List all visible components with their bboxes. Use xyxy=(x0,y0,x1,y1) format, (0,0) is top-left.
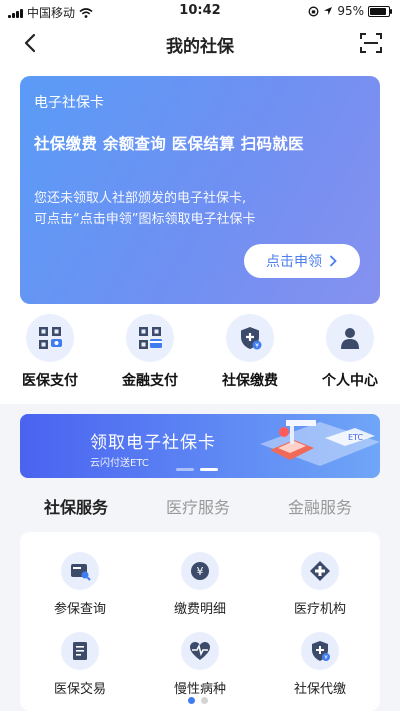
orientation-lock-icon xyxy=(308,6,319,16)
svg-text:¥: ¥ xyxy=(324,655,328,661)
banner-subtitle: 云闪付送ETC xyxy=(90,458,149,469)
medical-cross-icon xyxy=(310,561,330,581)
battery-icon xyxy=(368,5,392,17)
tab-financial-services[interactable]: 金融服务 xyxy=(288,494,352,518)
person-icon xyxy=(341,328,359,349)
service-label: 社保代缴 xyxy=(293,682,346,697)
service-chronic-diseases[interactable]: 慢性病种 xyxy=(140,632,260,697)
yen-icon: ¥ xyxy=(191,562,209,580)
services-panel: 参保查询 ¥ 缴费明细 医疗机构 医保交易 慢性病种 ¥ 社保代缴 xyxy=(20,532,380,711)
quick-action-finance-pay[interactable]: 金融支付 xyxy=(100,314,200,390)
card-description: 您还未领取人社部颁发的电子社保卡, 可点击“点击申领”图标领取电子社保卡 xyxy=(34,188,255,230)
service-label: 缴费明细 xyxy=(173,602,226,617)
banner-pagination xyxy=(176,468,218,471)
apply-card-button[interactable]: 点击申领 xyxy=(244,244,360,278)
apply-card-label: 点击申领 xyxy=(266,254,322,270)
service-insurance-transactions[interactable]: 医保交易 xyxy=(20,632,140,697)
card-desc-line2: 可点击“点击申领”图标领取电子社保卡 xyxy=(34,212,256,227)
document-icon xyxy=(73,642,87,660)
top-section: 电子社保卡 社保缴费 余额查询 医保结算 扫码就医 您还未领取人社部颁发的电子社… xyxy=(0,64,400,404)
page-dot[interactable] xyxy=(201,697,208,704)
location-icon xyxy=(324,7,333,15)
tab-social-services[interactable]: 社保服务 xyxy=(44,494,108,518)
service-social-proxy-payment[interactable]: ¥ 社保代缴 xyxy=(260,632,380,697)
service-medical-institutions[interactable]: 医疗机构 xyxy=(260,552,380,617)
service-payment-details[interactable]: ¥ 缴费明细 xyxy=(140,552,260,617)
card-search-icon xyxy=(71,564,91,581)
scan-button[interactable] xyxy=(358,30,384,56)
quick-action-personal-center[interactable]: 个人中心 xyxy=(300,314,400,390)
page-title: 我的社保 xyxy=(166,37,234,57)
battery-percent: 95% xyxy=(337,4,364,18)
quick-actions: 医保支付 金融支付 ¥ 社保缴费 个人中心 xyxy=(0,314,400,404)
quick-action-label: 社保缴费 xyxy=(222,373,278,389)
status-bar: 中国移动 10:42 95% xyxy=(0,0,400,22)
heartbeat-icon xyxy=(190,642,210,660)
service-enrollment-query[interactable]: 参保查询 xyxy=(20,552,140,617)
svg-text:¥: ¥ xyxy=(197,565,204,578)
banner-title: 领取电子社保卡 xyxy=(90,433,216,453)
chevron-right-icon xyxy=(330,255,337,267)
card-desc-line1: 您还未领取人社部颁发的电子社保卡, xyxy=(34,191,247,206)
quick-action-label: 个人中心 xyxy=(322,373,378,389)
quick-action-label: 医保支付 xyxy=(22,373,78,389)
shield-plus-icon: ¥ xyxy=(241,327,262,350)
quick-action-label: 金融支付 xyxy=(122,373,178,389)
nav-bar: 我的社保 xyxy=(0,22,400,64)
svg-text:¥: ¥ xyxy=(255,342,259,349)
car-illustration: ETC xyxy=(260,420,380,466)
service-label: 医疗机构 xyxy=(293,602,346,617)
service-label: 参保查询 xyxy=(53,602,106,617)
service-label: 慢性病种 xyxy=(173,682,226,697)
services-pagination xyxy=(188,697,208,704)
page-dot-active[interactable] xyxy=(188,697,195,704)
etc-banner[interactable]: 领取电子社保卡 云闪付送ETC ETC xyxy=(20,414,380,478)
quick-action-medical-pay[interactable]: 医保支付 xyxy=(0,314,100,390)
quick-action-social-payment[interactable]: ¥ 社保缴费 xyxy=(200,314,300,390)
service-label: 医保交易 xyxy=(53,682,106,697)
tab-medical-services[interactable]: 医疗服务 xyxy=(166,494,230,518)
card-title: 电子社保卡 xyxy=(34,95,104,111)
service-tabs: 社保服务 医疗服务 金融服务 xyxy=(0,488,400,522)
card-features: 社保缴费 余额查询 医保结算 扫码就医 xyxy=(34,135,304,153)
shield-plus-icon: ¥ xyxy=(312,641,330,661)
etc-label: ETC xyxy=(348,433,363,442)
scan-icon xyxy=(360,33,382,53)
medical-pay-qr-icon xyxy=(39,327,62,349)
finance-pay-qr-icon xyxy=(139,327,162,349)
social-security-card[interactable]: 电子社保卡 社保缴费 余额查询 医保结算 扫码就医 您还未领取人社部颁发的电子社… xyxy=(20,76,380,304)
